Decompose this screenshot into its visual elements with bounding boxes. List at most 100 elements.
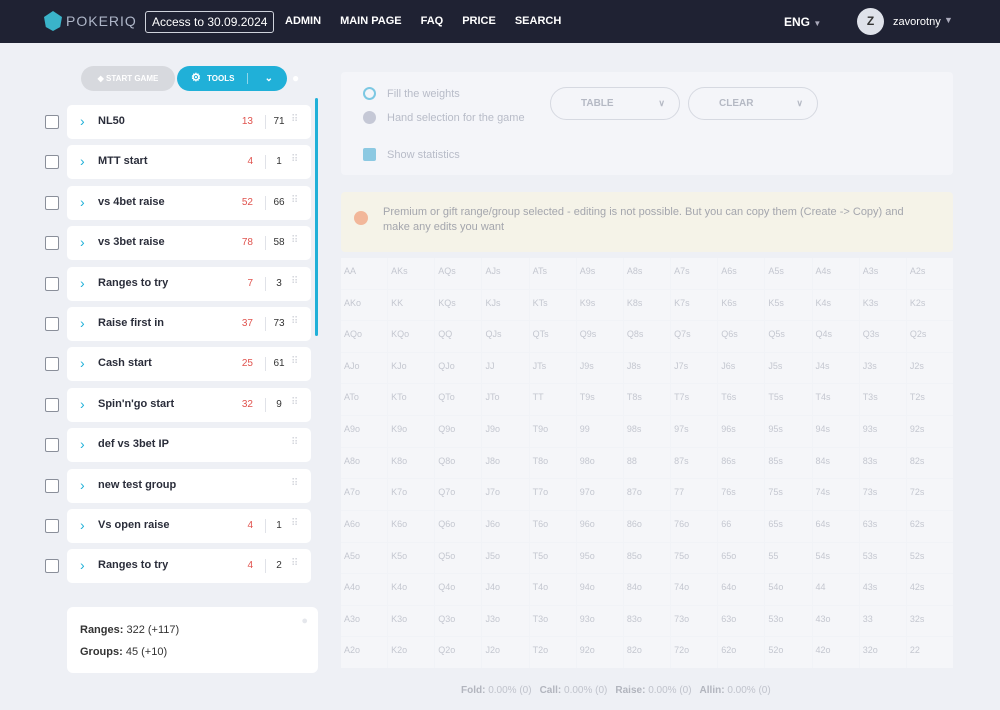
pin-icon[interactable]: ●	[292, 71, 299, 85]
hand-cell[interactable]: T5s	[765, 384, 812, 416]
hand-cell[interactable]: J6o	[482, 510, 529, 542]
hand-cell[interactable]: Q2s	[906, 321, 953, 352]
group-checkbox[interactable]	[45, 478, 59, 493]
hand-cell[interactable]: 42s	[906, 574, 953, 605]
hand-cell[interactable]: 84s	[812, 447, 859, 479]
chevron-right-icon[interactable]: ›	[80, 234, 85, 250]
hand-cell[interactable]: QTs	[529, 321, 576, 352]
hand-cell[interactable]: A6s	[718, 258, 765, 289]
group-checkbox[interactable]	[45, 559, 59, 574]
hand-cell[interactable]: 73s	[859, 479, 906, 510]
hand-cell[interactable]: J2o	[482, 637, 529, 668]
group-checkbox[interactable]	[45, 317, 59, 331]
clear-dropdown[interactable]: CLEAR ∨	[688, 87, 818, 120]
hand-cell[interactable]: KTs	[529, 289, 576, 321]
chevron-down-icon[interactable]: ▼	[944, 15, 953, 25]
hand-cell[interactable]: Q9s	[576, 321, 623, 352]
hand-cell[interactable]: AKs	[388, 258, 435, 289]
hand-cell[interactable]: AJo	[341, 352, 388, 384]
hand-cell[interactable]: KK	[388, 289, 435, 321]
group-item[interactable]: › Ranges to try 7 3 ⠿	[67, 266, 311, 301]
hand-cell[interactable]: 52o	[765, 637, 812, 668]
hand-cell[interactable]: QQ	[435, 321, 482, 352]
hand-cell[interactable]: 53s	[859, 542, 906, 574]
hand-cell[interactable]: 64o	[718, 574, 765, 605]
hand-cell[interactable]: K3s	[859, 289, 906, 321]
hand-cell[interactable]: KQo	[388, 321, 435, 352]
hand-cell[interactable]: 76o	[671, 510, 718, 542]
hand-cell[interactable]: A2s	[906, 258, 953, 289]
hand-cell[interactable]: 75o	[671, 542, 718, 574]
hand-cell[interactable]: QTo	[435, 384, 482, 416]
hand-cell[interactable]: 52s	[906, 542, 953, 574]
hand-cell[interactable]: Q7o	[435, 479, 482, 510]
nav-faq[interactable]: FAQ	[421, 15, 444, 27]
drag-handle-icon[interactable]: ⠿	[291, 558, 298, 569]
drag-handle-icon[interactable]: ⠿	[291, 195, 298, 206]
hand-cell[interactable]: 95s	[765, 416, 812, 447]
hand-cell[interactable]: QJs	[482, 321, 529, 352]
hand-cell[interactable]: A9s	[576, 258, 623, 289]
group-checkbox[interactable]	[45, 397, 59, 412]
hand-cell[interactable]: 99	[576, 416, 623, 447]
hand-cell[interactable]: JTs	[529, 352, 576, 384]
hand-cell[interactable]: Q5o	[435, 542, 482, 574]
hand-selection-radio[interactable]	[363, 111, 376, 124]
hand-cell[interactable]: K2s	[906, 289, 953, 321]
chevron-right-icon[interactable]: ›	[80, 315, 85, 331]
hand-cell[interactable]: 74s	[812, 479, 859, 510]
hand-cell[interactable]: 87s	[671, 447, 718, 479]
drag-handle-icon[interactable]: ⠿	[291, 518, 298, 529]
hand-cell[interactable]: J5s	[765, 352, 812, 384]
group-checkbox[interactable]	[45, 276, 59, 291]
hand-cell[interactable]: 72s	[906, 479, 953, 510]
hand-cell[interactable]: J8s	[623, 352, 671, 384]
hand-cell[interactable]: T7o	[529, 479, 576, 510]
tools-button[interactable]: ⚙ TOOLS ⌄	[177, 66, 287, 91]
hand-cell[interactable]: 62s	[906, 510, 953, 542]
hand-cell[interactable]: 77	[671, 479, 718, 510]
hand-cell[interactable]: 98o	[576, 447, 623, 479]
hand-cell[interactable]: A5s	[765, 258, 812, 289]
hand-cell[interactable]: A8o	[341, 447, 388, 479]
group-checkbox[interactable]	[45, 155, 59, 170]
chevron-right-icon[interactable]: ›	[80, 113, 85, 129]
hand-cell[interactable]: 94o	[576, 574, 623, 605]
hand-cell[interactable]: A2o	[341, 637, 388, 668]
chevron-down-icon[interactable]: ⌄	[265, 66, 273, 91]
language-selector[interactable]: ENG ▼	[784, 15, 821, 29]
hand-cell[interactable]: 33	[859, 605, 906, 637]
logo[interactable]: POKERIQ	[44, 11, 137, 31]
hand-cell[interactable]: Q7s	[671, 321, 718, 352]
hand-cell[interactable]: KJs	[482, 289, 529, 321]
hand-cell[interactable]: A4o	[341, 574, 388, 605]
hand-cell[interactable]: 83s	[859, 447, 906, 479]
hand-cell[interactable]: 44	[812, 574, 859, 605]
hand-cell[interactable]: 98s	[623, 416, 671, 447]
hand-cell[interactable]: 65s	[765, 510, 812, 542]
hand-cell[interactable]: J3o	[482, 605, 529, 637]
hand-cell[interactable]: 96o	[576, 510, 623, 542]
group-checkbox[interactable]	[45, 519, 59, 533]
hand-cell[interactable]: K7s	[671, 289, 718, 321]
hand-cell[interactable]: 92o	[576, 637, 623, 668]
avatar[interactable]: Z	[857, 8, 884, 35]
hand-cell[interactable]: 93s	[859, 416, 906, 447]
hand-cell[interactable]: KJo	[388, 352, 435, 384]
group-item[interactable]: › Spin'n'go start 32 9 ⠿	[67, 387, 311, 422]
hand-cell[interactable]: T3s	[859, 384, 906, 416]
hand-cell[interactable]: K7o	[388, 479, 435, 510]
group-checkbox[interactable]	[45, 115, 59, 129]
group-item[interactable]: › Vs open raise 4 1 ⠿	[67, 509, 311, 543]
hand-cell[interactable]: 32o	[859, 637, 906, 668]
hand-cell[interactable]: Q9o	[435, 416, 482, 447]
hand-cell[interactable]: A7s	[671, 258, 718, 289]
hand-cell[interactable]: 93o	[576, 605, 623, 637]
hand-cell[interactable]: AKo	[341, 289, 388, 321]
group-checkbox[interactable]	[45, 195, 59, 210]
hand-cell[interactable]: A5o	[341, 542, 388, 574]
hand-cell[interactable]: AQs	[435, 258, 482, 289]
chevron-right-icon[interactable]: ›	[80, 153, 85, 169]
hand-cell[interactable]: 63s	[859, 510, 906, 542]
hand-cell[interactable]: ATs	[529, 258, 576, 289]
